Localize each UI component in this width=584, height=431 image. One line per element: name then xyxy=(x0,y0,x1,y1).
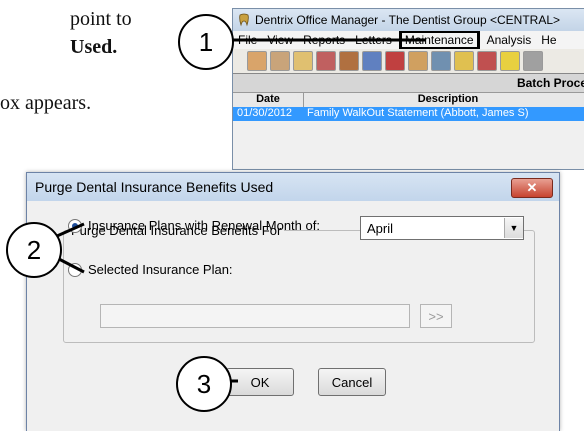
callout-3: 3 xyxy=(176,356,232,412)
callout-1: 1 xyxy=(178,14,234,70)
callout-leader-lines xyxy=(56,38,426,383)
callout-2: 2 xyxy=(6,222,62,278)
